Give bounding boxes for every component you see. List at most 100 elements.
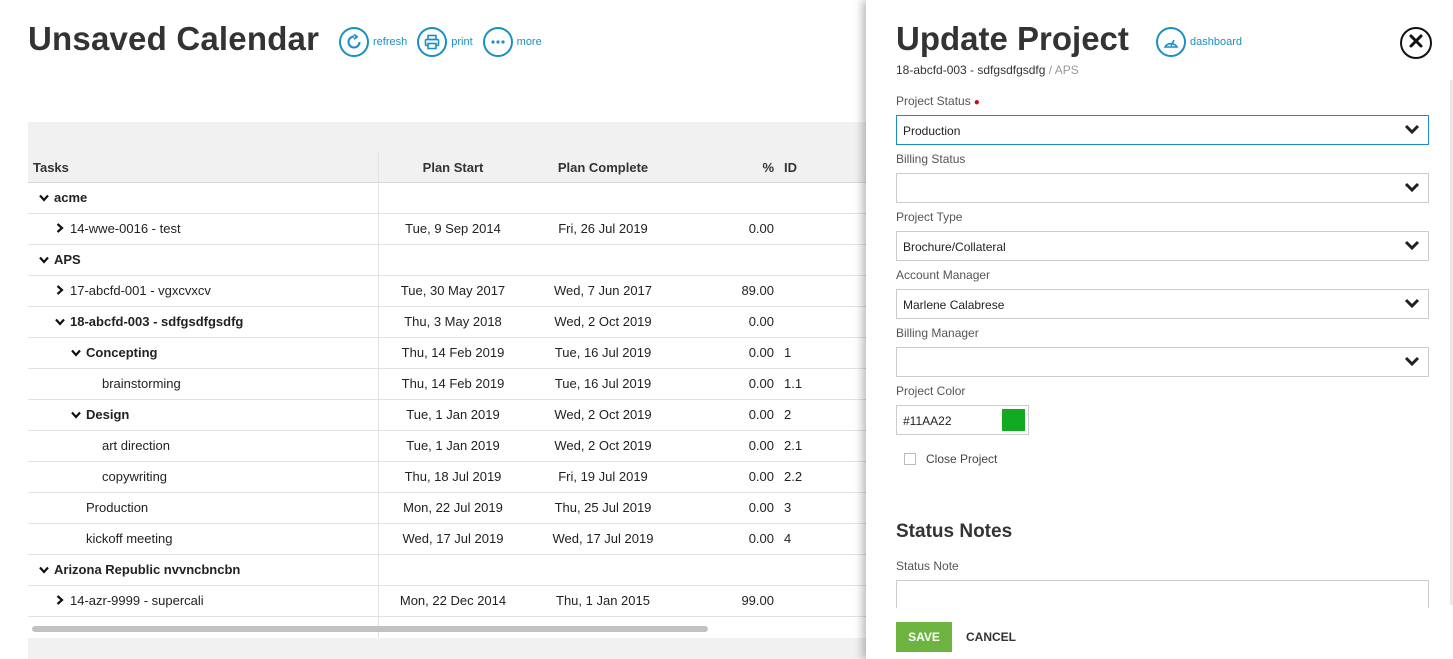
percent-cell: 0.00 — [748, 469, 774, 484]
table-row[interactable]: Production Mon, 22 Jul 2019 Thu, 25 Jul 20… — [28, 493, 866, 524]
chevron-down-icon[interactable] — [38, 190, 50, 205]
billing-status-select[interactable] — [896, 173, 1429, 203]
cancel-button[interactable]: CANCEL — [966, 622, 1016, 652]
task-cell: kickoff meeting — [70, 531, 172, 546]
task-name: brainstorming — [102, 376, 181, 391]
col-header-tasks[interactable]: Tasks — [33, 160, 69, 175]
chevron-down-icon[interactable] — [70, 407, 82, 422]
percent-cell: 0.00 — [748, 500, 774, 515]
id-cell: 2.2 — [784, 469, 803, 484]
task-cell: art direction — [86, 438, 170, 453]
print-button[interactable]: print — [417, 27, 473, 57]
project-type-label: Project Type — [896, 210, 963, 224]
project-status-value: Production — [903, 124, 961, 138]
task-grid: Tasks Plan Start Plan Complete % ID acme… — [28, 122, 866, 659]
calendar-toolbar: refresh print more — [339, 27, 552, 57]
chevron-right-icon[interactable] — [54, 283, 66, 298]
plan-start-cell: Tue, 1 Jan 2019 — [406, 438, 500, 453]
project-color-value: #11AA22 — [903, 414, 952, 428]
plan-start-cell: Tue, 1 Jan 2019 — [406, 407, 500, 422]
chevron-down-icon[interactable] — [38, 562, 50, 577]
dashboard-icon — [1156, 27, 1186, 57]
id-cell: 1 — [784, 345, 792, 360]
table-row[interactable]: Arizona Republic nvvncbncbn — [28, 555, 866, 586]
project-status-label-text: Project Status — [896, 94, 971, 108]
plan-start-cell: Mon, 22 Dec 2014 — [399, 593, 507, 608]
close-project-label: Close Project — [926, 452, 998, 466]
table-row[interactable]: Design Tue, 1 Jan 2019 Wed, 2 Oct 2019 0.00… — [28, 400, 866, 431]
account-manager-select[interactable]: Marlene Calabrese — [896, 289, 1429, 319]
table-row[interactable]: 17-abcfd-001 - vgxcvxcv Tue, 30 May 2017 W… — [28, 276, 866, 307]
column-divider — [378, 152, 379, 659]
table-row[interactable]: 14-wwe-0016 - test Tue, 9 Sep 2014 Fri, 26… — [28, 214, 866, 245]
print-label: print — [451, 36, 473, 48]
table-row[interactable]: acme — [28, 183, 866, 214]
task-cell: 14-wwe-0016 - test — [54, 221, 181, 236]
chevron-down-icon[interactable] — [70, 345, 82, 360]
id-cell: 3 — [784, 500, 792, 515]
close-project-checkbox-row[interactable]: Close Project — [904, 452, 997, 466]
task-cell: 17-abcfd-001 - vgxcvxcv — [54, 283, 211, 298]
percent-cell: 0.00 — [748, 376, 774, 391]
table-row[interactable]: copywriting Thu, 18 Jul 2019 Fri, 19 Jul 2… — [28, 462, 866, 493]
plan-start-cell: Thu, 14 Feb 2019 — [401, 345, 505, 360]
chevron-right-icon[interactable] — [54, 221, 66, 236]
task-name: 17-abcfd-001 - vgxcvxcv — [70, 283, 211, 298]
status-note-textarea[interactable] — [896, 580, 1429, 608]
table-row[interactable]: APS — [28, 245, 866, 276]
col-header-id[interactable]: ID — [784, 160, 797, 175]
more-label: more — [516, 36, 542, 48]
scroll-thumb[interactable] — [32, 626, 708, 632]
table-row[interactable]: art direction Tue, 1 Jan 2019 Wed, 2 Oct 2… — [28, 431, 866, 462]
save-button[interactable]: SAVE — [896, 622, 952, 652]
task-name: acme — [54, 190, 88, 205]
plan-start-cell: Tue, 9 Sep 2014 — [405, 221, 501, 236]
plan-complete-cell: Wed, 17 Jul 2019 — [552, 531, 654, 546]
col-header-plan-start[interactable]: Plan Start — [378, 160, 528, 175]
project-color-input[interactable]: #11AA22 — [896, 405, 1029, 435]
table-row[interactable]: brainstorming Thu, 14 Feb 2019 Tue, 16 Jul… — [28, 369, 866, 400]
plan-start-cell: Wed, 17 Jul 2019 — [402, 531, 504, 546]
dashboard-label: dashboard — [1190, 36, 1242, 48]
percent-cell: 0.00 — [748, 531, 774, 546]
col-header-percent[interactable]: % — [688, 160, 774, 175]
chevron-down-icon[interactable] — [54, 314, 66, 329]
table-row[interactable]: 18-abcfd-003 - sdfgsdfgsdfg Thu, 3 May 20… — [28, 307, 866, 338]
color-swatch[interactable] — [1002, 409, 1025, 431]
project-status-select[interactable]: Production — [896, 115, 1429, 145]
task-cell: Arizona Republic nvvncbncbn — [38, 562, 240, 577]
plan-complete-cell: Fri, 26 Jul 2019 — [558, 221, 648, 236]
refresh-button[interactable]: refresh — [339, 27, 407, 57]
table-row[interactable]: 14-azr-9999 - supercali Mon, 22 Dec 2014 T… — [28, 586, 866, 617]
close-project-checkbox[interactable] — [904, 453, 916, 465]
billing-status-label: Billing Status — [896, 152, 966, 166]
chevron-down-icon[interactable] — [38, 252, 50, 267]
billing-manager-select[interactable] — [896, 347, 1429, 377]
percent-cell: 99.00 — [741, 593, 774, 608]
account-manager-value: Marlene Calabrese — [903, 298, 1005, 312]
id-cell: 1.1 — [784, 376, 803, 391]
chevron-right-icon[interactable] — [54, 593, 66, 608]
chevron-down-icon — [1404, 181, 1420, 196]
task-cell: copywriting — [86, 469, 167, 484]
horizontal-scrollbar[interactable] — [30, 625, 866, 633]
chevron-down-icon — [1404, 355, 1420, 370]
plan-start-cell: Tue, 30 May 2017 — [400, 283, 506, 298]
task-cell: brainstorming — [86, 376, 181, 391]
more-button[interactable]: more — [482, 27, 542, 57]
task-name: APS — [54, 252, 81, 267]
plan-complete-cell: Thu, 25 Jul 2019 — [554, 500, 652, 515]
task-name: art direction — [102, 438, 170, 453]
close-button[interactable] — [1400, 27, 1432, 59]
chevron-down-icon — [1404, 297, 1420, 312]
table-row[interactable]: Concepting Thu, 14 Feb 2019 Tue, 16 Jul 20… — [28, 338, 866, 369]
plan-complete-cell: Wed, 2 Oct 2019 — [554, 314, 652, 329]
table-row[interactable]: kickoff meeting Wed, 17 Jul 2019 Wed, 17 J… — [28, 524, 866, 555]
project-type-select[interactable]: Brochure/Collateral — [896, 231, 1429, 261]
col-header-plan-complete[interactable]: Plan Complete — [528, 160, 678, 175]
task-name: copywriting — [102, 469, 168, 484]
panel-title: Update Project — [896, 20, 1129, 57]
dashboard-button[interactable]: dashboard — [1156, 27, 1242, 57]
task-name: kickoff meeting — [86, 531, 173, 546]
refresh-label: refresh — [373, 36, 408, 48]
